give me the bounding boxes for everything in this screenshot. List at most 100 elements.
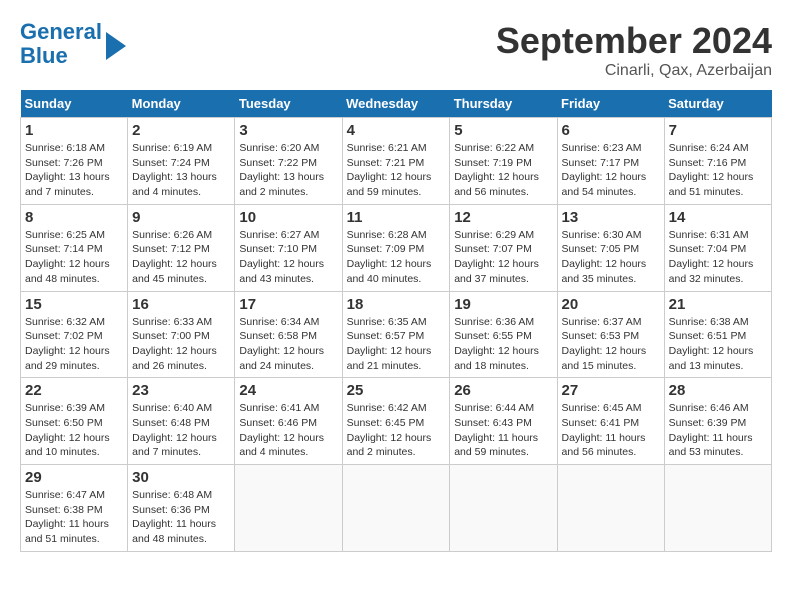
- weekday-tuesday: Tuesday: [235, 90, 342, 118]
- day-cell: 5 Sunrise: 6:22 AM Sunset: 7:19 PM Daylig…: [450, 118, 557, 205]
- page-header: GeneralBlue September 2024 Cinarli, Qax,…: [20, 20, 772, 80]
- day-number: 18: [347, 296, 446, 313]
- day-info: Sunrise: 6:41 AM Sunset: 6:46 PM Dayligh…: [239, 401, 337, 460]
- day-number: 17: [239, 296, 337, 313]
- day-info: Sunrise: 6:31 AM Sunset: 7:04 PM Dayligh…: [669, 228, 767, 287]
- logo: GeneralBlue: [20, 20, 126, 68]
- weekday-monday: Monday: [128, 90, 235, 118]
- day-number: 9: [132, 209, 230, 226]
- day-number: 3: [239, 122, 337, 139]
- day-cell: 23 Sunrise: 6:40 AM Sunset: 6:48 PM Dayli…: [128, 378, 235, 465]
- day-number: 4: [347, 122, 446, 139]
- day-cell: 28 Sunrise: 6:46 AM Sunset: 6:39 PM Dayli…: [664, 378, 771, 465]
- day-cell: [450, 465, 557, 552]
- day-cell: 17 Sunrise: 6:34 AM Sunset: 6:58 PM Dayli…: [235, 291, 342, 378]
- day-number: 7: [669, 122, 767, 139]
- weekday-saturday: Saturday: [664, 90, 771, 118]
- day-info: Sunrise: 6:48 AM Sunset: 6:36 PM Dayligh…: [132, 488, 230, 547]
- day-number: 11: [347, 209, 446, 226]
- day-cell: 16Sunrise: 6:33 AM Sunset: 7:00 PM Dayli…: [128, 291, 235, 378]
- day-cell: 26 Sunrise: 6:44 AM Sunset: 6:43 PM Dayli…: [450, 378, 557, 465]
- day-info: Sunrise: 6:34 AM Sunset: 6:58 PM Dayligh…: [239, 315, 337, 374]
- weekday-sunday: Sunday: [21, 90, 128, 118]
- day-info: Sunrise: 6:29 AM Sunset: 7:07 PM Dayligh…: [454, 228, 552, 287]
- day-number: 5: [454, 122, 552, 139]
- day-number: 23: [132, 382, 230, 399]
- day-cell: 4 Sunrise: 6:21 AM Sunset: 7:21 PM Daylig…: [342, 118, 450, 205]
- day-number: 30: [132, 469, 230, 486]
- day-info: Sunrise: 6:45 AM Sunset: 6:41 PM Dayligh…: [562, 401, 660, 460]
- calendar-body: 1 Sunrise: 6:18 AM Sunset: 7:26 PM Daylig…: [21, 118, 772, 552]
- logo-general: General: [20, 19, 102, 44]
- day-info: Sunrise: 6:35 AM Sunset: 6:57 PM Dayligh…: [347, 315, 446, 374]
- day-cell: 14 Sunrise: 6:31 AM Sunset: 7:04 PM Dayli…: [664, 204, 771, 291]
- day-info: Sunrise: 6:22 AM Sunset: 7:19 PM Dayligh…: [454, 141, 552, 200]
- week-row-2: 8 Sunrise: 6:25 AM Sunset: 7:14 PM Daylig…: [21, 204, 772, 291]
- day-cell: 20 Sunrise: 6:37 AM Sunset: 6:53 PM Dayli…: [557, 291, 664, 378]
- week-row-5: 29 Sunrise: 6:47 AM Sunset: 6:38 PM Dayli…: [21, 465, 772, 552]
- day-cell: 13 Sunrise: 6:30 AM Sunset: 7:05 PM Dayli…: [557, 204, 664, 291]
- day-number: 29: [25, 469, 123, 486]
- day-info: Sunrise: 6:26 AM Sunset: 7:12 PM Dayligh…: [132, 228, 230, 287]
- weekday-wednesday: Wednesday: [342, 90, 450, 118]
- day-cell: [664, 465, 771, 552]
- day-number: 28: [669, 382, 767, 399]
- day-number: 6: [562, 122, 660, 139]
- day-info: Sunrise: 6:32 AM Sunset: 7:02 PM Dayligh…: [25, 315, 123, 374]
- day-cell: 2Sunrise: 6:19 AM Sunset: 7:24 PM Daylig…: [128, 118, 235, 205]
- day-info: Sunrise: 6:39 AM Sunset: 6:50 PM Dayligh…: [25, 401, 123, 460]
- day-cell: 10Sunrise: 6:27 AM Sunset: 7:10 PM Dayli…: [235, 204, 342, 291]
- day-info: Sunrise: 6:21 AM Sunset: 7:21 PM Dayligh…: [347, 141, 446, 200]
- day-number: 20: [562, 296, 660, 313]
- week-row-3: 15Sunrise: 6:32 AM Sunset: 7:02 PM Dayli…: [21, 291, 772, 378]
- day-info: Sunrise: 6:36 AM Sunset: 6:55 PM Dayligh…: [454, 315, 552, 374]
- day-number: 22: [25, 382, 123, 399]
- day-info: Sunrise: 6:40 AM Sunset: 6:48 PM Dayligh…: [132, 401, 230, 460]
- day-info: Sunrise: 6:37 AM Sunset: 6:53 PM Dayligh…: [562, 315, 660, 374]
- day-cell: 30 Sunrise: 6:48 AM Sunset: 6:36 PM Dayli…: [128, 465, 235, 552]
- day-info: Sunrise: 6:46 AM Sunset: 6:39 PM Dayligh…: [669, 401, 767, 460]
- day-cell: 9 Sunrise: 6:26 AM Sunset: 7:12 PM Daylig…: [128, 204, 235, 291]
- weekday-header-row: SundayMondayTuesdayWednesdayThursdayFrid…: [21, 90, 772, 118]
- day-info: Sunrise: 6:28 AM Sunset: 7:09 PM Dayligh…: [347, 228, 446, 287]
- day-info: Sunrise: 6:23 AM Sunset: 7:17 PM Dayligh…: [562, 141, 660, 200]
- day-number: 27: [562, 382, 660, 399]
- day-info: Sunrise: 6:18 AM Sunset: 7:26 PM Dayligh…: [25, 141, 123, 200]
- day-info: Sunrise: 6:33 AM Sunset: 7:00 PM Dayligh…: [132, 315, 230, 374]
- day-number: 25: [347, 382, 446, 399]
- logo-blue: Blue: [20, 43, 68, 68]
- day-number: 1: [25, 122, 123, 139]
- day-cell: [235, 465, 342, 552]
- day-info: Sunrise: 6:44 AM Sunset: 6:43 PM Dayligh…: [454, 401, 552, 460]
- day-number: 12: [454, 209, 552, 226]
- day-number: 8: [25, 209, 123, 226]
- day-info: Sunrise: 6:47 AM Sunset: 6:38 PM Dayligh…: [25, 488, 123, 547]
- month-title: September 2024: [496, 20, 772, 62]
- day-cell: 18 Sunrise: 6:35 AM Sunset: 6:57 PM Dayli…: [342, 291, 450, 378]
- day-cell: 24 Sunrise: 6:41 AM Sunset: 6:46 PM Dayli…: [235, 378, 342, 465]
- day-number: 24: [239, 382, 337, 399]
- calendar-table: SundayMondayTuesdayWednesdayThursdayFrid…: [20, 90, 772, 552]
- day-number: 13: [562, 209, 660, 226]
- day-info: Sunrise: 6:25 AM Sunset: 7:14 PM Dayligh…: [25, 228, 123, 287]
- weekday-friday: Friday: [557, 90, 664, 118]
- day-number: 10: [239, 209, 337, 226]
- day-cell: 21Sunrise: 6:38 AM Sunset: 6:51 PM Dayli…: [664, 291, 771, 378]
- day-cell: 22 Sunrise: 6:39 AM Sunset: 6:50 PM Dayli…: [21, 378, 128, 465]
- week-row-4: 22 Sunrise: 6:39 AM Sunset: 6:50 PM Dayli…: [21, 378, 772, 465]
- week-row-1: 1 Sunrise: 6:18 AM Sunset: 7:26 PM Daylig…: [21, 118, 772, 205]
- day-number: 26: [454, 382, 552, 399]
- day-info: Sunrise: 6:30 AM Sunset: 7:05 PM Dayligh…: [562, 228, 660, 287]
- day-cell: 19 Sunrise: 6:36 AM Sunset: 6:55 PM Dayli…: [450, 291, 557, 378]
- title-block: September 2024 Cinarli, Qax, Azerbaijan: [496, 20, 772, 80]
- day-number: 21: [669, 296, 767, 313]
- day-cell: 29 Sunrise: 6:47 AM Sunset: 6:38 PM Dayli…: [21, 465, 128, 552]
- day-cell: 7 Sunrise: 6:24 AM Sunset: 7:16 PM Daylig…: [664, 118, 771, 205]
- logo-arrow-icon: [106, 32, 126, 60]
- day-cell: [342, 465, 450, 552]
- day-number: 19: [454, 296, 552, 313]
- day-cell: 27 Sunrise: 6:45 AM Sunset: 6:41 PM Dayli…: [557, 378, 664, 465]
- day-cell: [557, 465, 664, 552]
- day-info: Sunrise: 6:24 AM Sunset: 7:16 PM Dayligh…: [669, 141, 767, 200]
- day-number: 14: [669, 209, 767, 226]
